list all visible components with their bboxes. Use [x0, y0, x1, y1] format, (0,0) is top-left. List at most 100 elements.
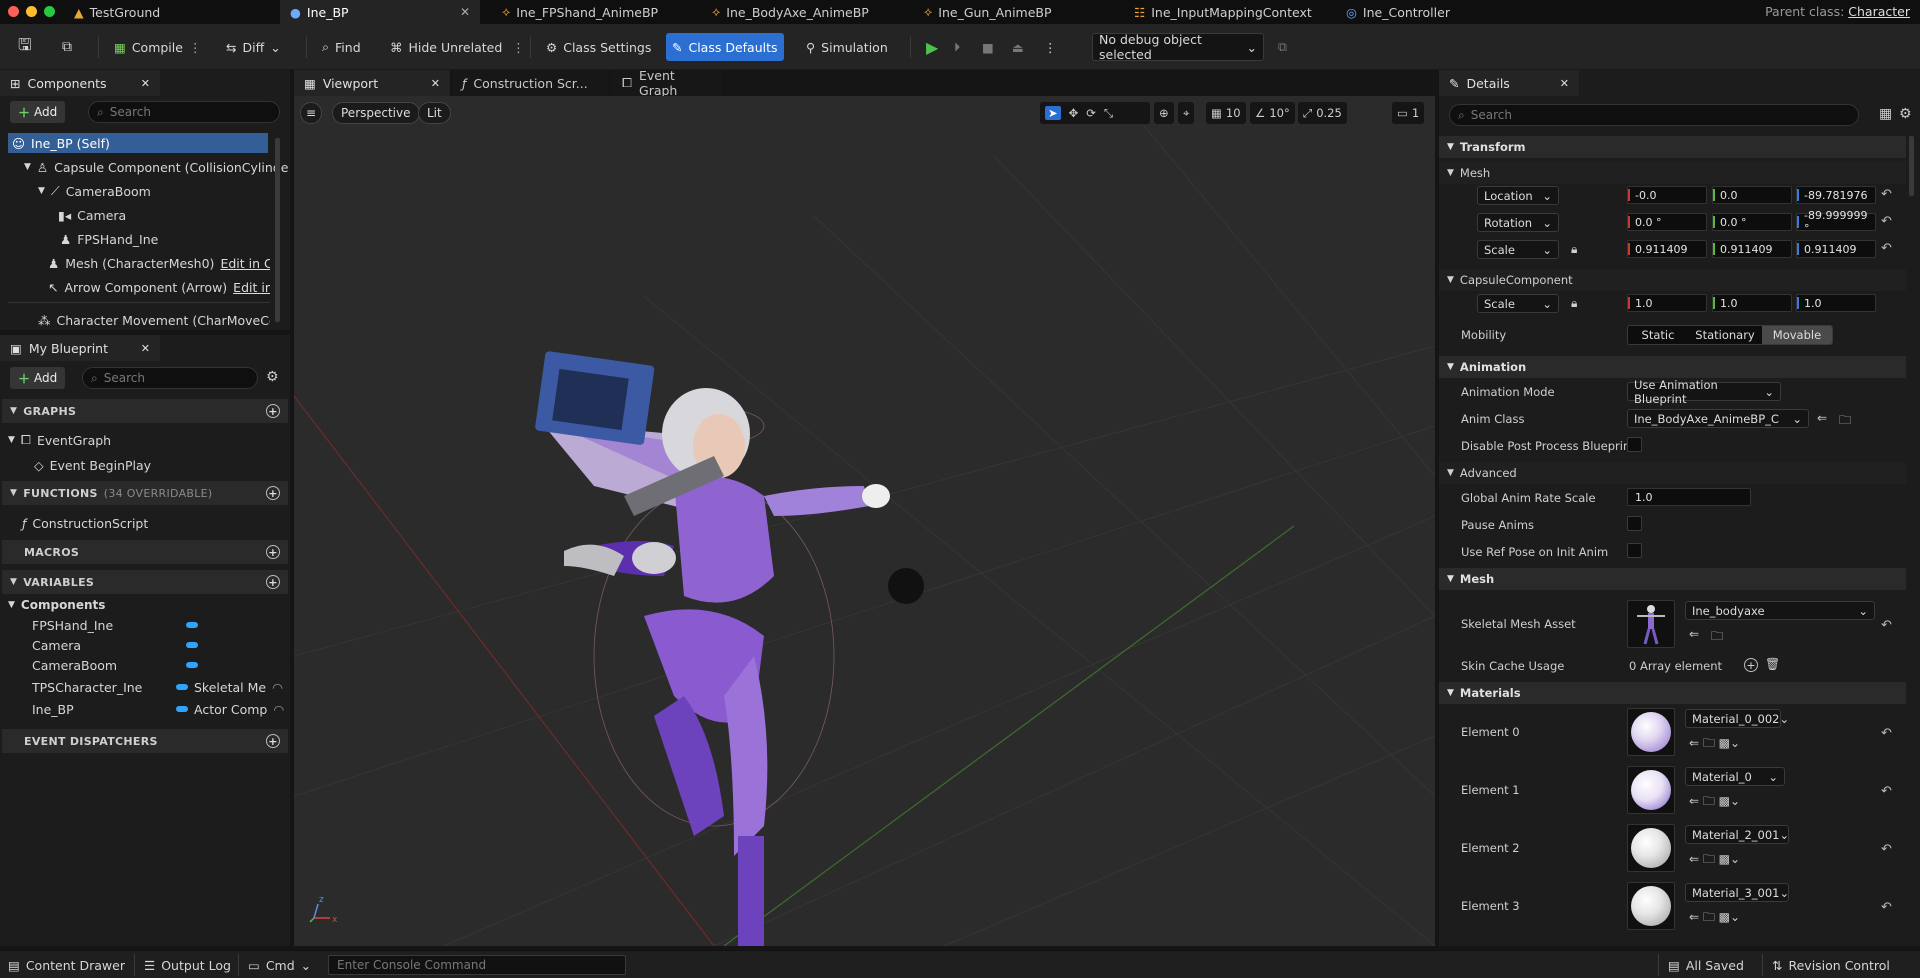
eye-icon[interactable]: ◠	[272, 680, 283, 695]
select-icon[interactable]: ➤	[1045, 106, 1061, 120]
gear-icon[interactable]: ⚙	[1899, 106, 1912, 122]
components-scrollbar[interactable]	[275, 138, 280, 322]
all-saved-button[interactable]: ▤ All Saved	[1668, 955, 1744, 975]
components-search-input[interactable]: ⌕ Search	[88, 101, 280, 123]
tab-event-graph[interactable]: ⧠ Event Graph	[612, 68, 722, 98]
component-item-capsule[interactable]: ▼ ♙ Capsule Component (CollisionCylinde	[24, 157, 288, 177]
reset-arrow-icon[interactable]: ↶	[1881, 784, 1892, 799]
reset-arrow-icon[interactable]: ↶	[1881, 214, 1892, 229]
output-log-button[interactable]: ☰ Output Log	[144, 955, 231, 975]
component-item-fpshand[interactable]: ♟ FPSHand_Ine	[60, 229, 158, 249]
debug-object-dropdown[interactable]: No debug object selected ⌄	[1092, 32, 1264, 62]
variable-type-pill[interactable]	[186, 622, 198, 628]
simulation-button[interactable]: ⚲ Simulation	[800, 33, 894, 61]
hide-unrelated-button[interactable]: ⌘ Hide Unrelated ⋮	[384, 33, 531, 61]
variable-item[interactable]: CameraBoom	[32, 655, 117, 675]
advanced-subsection[interactable]: ▼ Advanced	[1439, 462, 1906, 484]
blueprint-search-input[interactable]: ⌕ Search	[82, 367, 258, 389]
variable-item[interactable]: FPSHand_Ine	[32, 615, 113, 635]
minimize-window-button[interactable]	[26, 6, 37, 17]
scale-dropdown[interactable]: Scale ⌄	[1477, 240, 1559, 259]
material-dropdown[interactable]: Material_0 ⌄	[1685, 767, 1785, 786]
capsule-subsection[interactable]: ▼ CapsuleComponent	[1439, 269, 1906, 291]
world-local-toggle[interactable]: ⊕	[1154, 102, 1174, 124]
close-tab-icon[interactable]: ✕	[460, 5, 470, 19]
location-dropdown[interactable]: Location ⌄	[1477, 186, 1559, 205]
material-thumbnail[interactable]	[1627, 766, 1675, 814]
location-x-field[interactable]: -0.0	[1627, 186, 1707, 204]
parent-class-link[interactable]: Character	[1848, 4, 1910, 19]
reset-arrow-icon[interactable]: ↶	[1881, 241, 1892, 256]
rotation-dropdown[interactable]: Rotation ⌄	[1477, 213, 1559, 232]
use-selected-icon[interactable]: ⇐	[1817, 411, 1827, 425]
eject-button[interactable]: ⏏	[1006, 33, 1030, 61]
animation-mode-dropdown[interactable]: Use Animation Blueprint ⌄	[1627, 378, 1781, 406]
tab-testground[interactable]: ▲ TestGround	[64, 0, 280, 24]
close-tab-icon[interactable]: ✕	[1560, 77, 1569, 90]
surface-snap-toggle[interactable]: ⌖	[1178, 102, 1195, 124]
rotation-snap-button[interactable]: ∠ 10°	[1250, 102, 1295, 124]
play-options-button[interactable]: ⋮	[1038, 33, 1063, 61]
translate-icon[interactable]: ✥	[1069, 106, 1079, 120]
variable-item[interactable]: Ine_BP	[32, 699, 74, 719]
close-tab-icon[interactable]: ✕	[141, 77, 150, 90]
lock-icon[interactable]: 🔒︎	[1571, 242, 1577, 257]
find-button[interactable]: ⌕ Find	[316, 33, 367, 61]
close-window-button[interactable]	[8, 6, 19, 17]
variable-type-pill[interactable]	[186, 642, 198, 648]
component-item-mesh[interactable]: ♟Mesh (CharacterMesh0)Edit in C+	[48, 253, 270, 273]
content-drawer-button[interactable]: ▤ Content Drawer	[8, 955, 125, 975]
mobility-stationary-option[interactable]: Stationary	[1688, 326, 1762, 344]
tab-ine-controller[interactable]: ◎ Ine_Controller	[1336, 0, 1460, 24]
tab-my-blueprint[interactable]: ▣ My Blueprint ✕	[0, 335, 160, 361]
mesh-subsection[interactable]: ▼ Mesh	[1439, 162, 1906, 184]
animation-section[interactable]: ▼ Animation	[1439, 356, 1906, 378]
transform-section[interactable]: ▼ Transform	[1439, 136, 1906, 158]
rotation-y-field[interactable]: 0.0 °	[1712, 213, 1792, 231]
material-thumbnail[interactable]	[1627, 708, 1675, 756]
lock-icon[interactable]: 🔒︎	[1571, 296, 1577, 311]
tab-components[interactable]: ⊞ Components ✕	[0, 70, 160, 96]
material-thumbnail[interactable]	[1627, 824, 1675, 872]
console-command-input[interactable]: Enter Console Command	[328, 955, 626, 975]
material-dropdown[interactable]: Material_3_001 ⌄	[1685, 883, 1789, 902]
variable-type-pill[interactable]	[186, 662, 198, 668]
location-y-field[interactable]: 0.0	[1712, 186, 1792, 204]
close-tab-icon[interactable]: ✕	[431, 77, 440, 90]
trash-icon[interactable]: 🗑︎	[1765, 657, 1780, 671]
use-selected-icon[interactable]: ⇐ 🗀︎ ▩⌄	[1689, 908, 1740, 929]
perspective-button[interactable]: Perspective	[332, 102, 420, 124]
add-element-icon[interactable]: +	[1744, 658, 1758, 672]
tab-bodyaxe-animebp[interactable]: ⟡ Ine_BodyAxe_AnimeBP	[702, 0, 879, 24]
rotation-z-field[interactable]: -89.999999 °	[1796, 209, 1876, 235]
mesh-section[interactable]: ▼ Mesh	[1439, 568, 1906, 590]
scale-icon[interactable]: ⤡	[1104, 106, 1113, 121]
location-z-field[interactable]: -89.781976	[1796, 186, 1876, 204]
anim-class-dropdown[interactable]: Ine_BodyAxe_AnimeBP_C ⌄	[1627, 409, 1809, 428]
tab-construction-script[interactable]: ƒ Construction Scr...	[452, 70, 608, 96]
material-thumbnail[interactable]	[1627, 882, 1675, 930]
lit-button[interactable]: Lit	[418, 102, 451, 124]
function-item-construction[interactable]: ƒ ConstructionScript	[22, 513, 148, 533]
mobility-movable-option[interactable]: Movable	[1762, 326, 1832, 344]
add-variable-icon[interactable]: +	[266, 575, 280, 589]
use-selected-icon[interactable]: ⇐ 🗀︎ ▩⌄	[1689, 734, 1740, 755]
capsule-scale-z-field[interactable]: 1.0	[1796, 294, 1876, 312]
pause-anims-checkbox[interactable]	[1627, 516, 1642, 531]
global-anim-rate-field[interactable]: 1.0	[1627, 488, 1751, 506]
capsule-scale-x-field[interactable]: 1.0	[1627, 294, 1707, 312]
maximize-window-button[interactable]	[44, 6, 55, 17]
variables-section[interactable]: ▼ VARIABLES +	[2, 570, 288, 594]
macros-section[interactable]: MACROS +	[2, 540, 288, 564]
tab-ine-bp[interactable]: ● Ine_BP ✕	[280, 0, 480, 24]
graph-item-eventgraph[interactable]: ▼ ⧠ EventGraph	[8, 430, 111, 450]
rotate-icon[interactable]: ⟳	[1086, 106, 1096, 120]
reset-arrow-icon[interactable]: ↶	[1881, 900, 1892, 915]
browse-button[interactable]: ⧉	[56, 33, 78, 61]
table-view-icon[interactable]: ▦	[1879, 106, 1892, 122]
add-macro-icon[interactable]: +	[266, 545, 280, 559]
tab-fpshand-animebp[interactable]: ⟡ Ine_FPShand_AnimeBP	[492, 0, 668, 24]
component-item-self[interactable]: ☺ Ine_BP (Self)	[8, 133, 268, 153]
add-function-icon[interactable]: +	[266, 486, 280, 500]
component-item-camera[interactable]: ▮◂ Camera	[58, 205, 126, 225]
